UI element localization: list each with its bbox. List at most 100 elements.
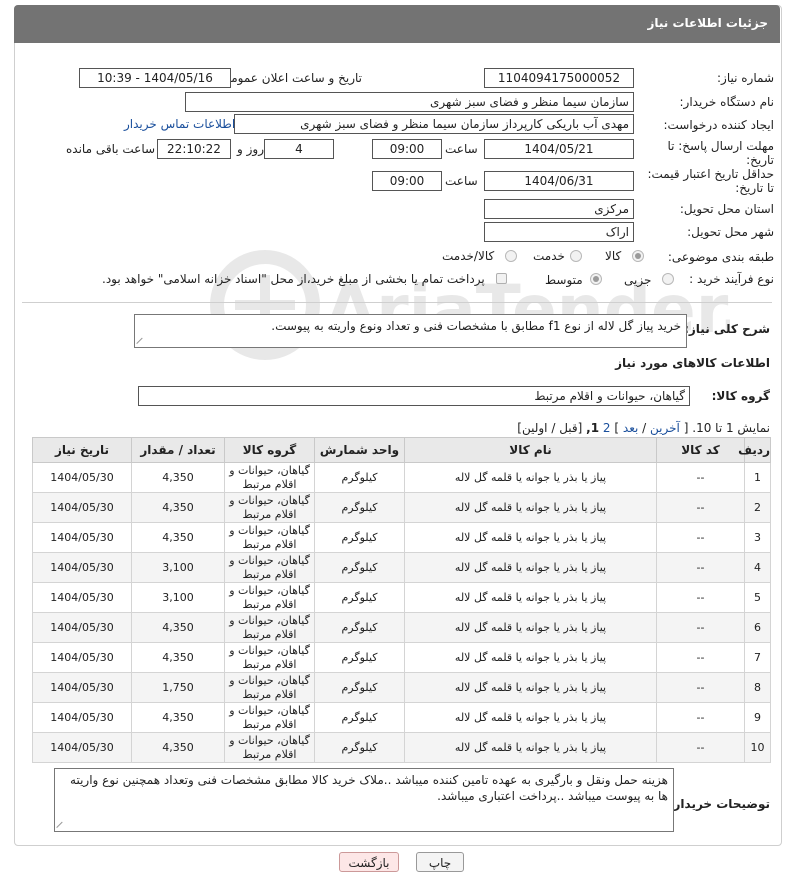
goods-name-cell: پیاز یا بذر یا جوانه یا قلمه گل لاله — [404, 612, 657, 643]
quantity-cell: 4,350 — [131, 642, 225, 673]
need-date-cell: 1404/05/30 — [32, 732, 132, 763]
goods-group-cell: گیاهان، حیوانات و اقلام مرتبط — [224, 702, 315, 733]
paging-current-page: 1, — [586, 421, 600, 435]
need-date-cell: 1404/05/30 — [32, 672, 132, 703]
process-label: نوع فرآیند خرید : — [689, 272, 774, 286]
unit-cell: کیلوگرم — [314, 612, 405, 643]
unit-cell: کیلوگرم — [314, 702, 405, 733]
category-label: طبقه بندی موضوعی: — [667, 250, 774, 264]
col-qty-header: تعداد / مقدار — [131, 437, 225, 463]
row-number-cell: 7 — [744, 642, 771, 673]
resize-grip-icon[interactable] — [137, 336, 145, 344]
deadline-label: مهلت ارسال پاسخ: تا تاریخ: — [667, 139, 774, 167]
buyer-notes-label: توضیحات خریدار: — [668, 797, 770, 811]
need-date-cell: 1404/05/30 — [32, 462, 132, 493]
quantity-cell: 4,350 — [131, 522, 225, 553]
table-row[interactable]: 2 -- پیاز یا بذر یا جوانه یا قلمه گل لاله ک… — [32, 492, 771, 523]
treasury-payment-checkbox[interactable] — [496, 273, 507, 284]
buyer-org-label: نام دستگاه خریدار: — [679, 95, 775, 109]
goods-name-cell: پیاز یا بذر یا جوانه یا قلمه گل لاله — [404, 672, 657, 703]
table-row[interactable]: 8 -- پیاز یا بذر یا جوانه یا قلمه گل لاله ک… — [32, 672, 771, 703]
paging-close-bracket: ] — [614, 421, 620, 435]
unit-cell: کیلوگرم — [314, 642, 405, 673]
need-date-cell: 1404/05/30 — [32, 552, 132, 583]
need-number-label: شماره نیاز: — [717, 71, 774, 85]
items-section-title: اطلاعات کالاهای مورد نیاز — [615, 356, 770, 370]
quantity-cell: 1,750 — [131, 672, 225, 703]
need-date-cell: 1404/05/30 — [32, 642, 132, 673]
table-row[interactable]: 10 -- پیاز یا بذر یا جوانه یا قلمه گل لاله… — [32, 732, 771, 763]
pagination: نمایش 1 تا 10. [ آخرین / بعد ] 2 1, [قبل… — [517, 421, 770, 435]
need-date-cell: 1404/05/30 — [32, 522, 132, 553]
category-radio-service[interactable] — [570, 250, 582, 262]
paging-range: نمایش 1 تا 10. — [692, 421, 770, 435]
row-number-cell: 1 — [744, 462, 771, 493]
goods-name-cell: پیاز یا بذر یا جوانه یا قلمه گل لاله — [404, 462, 657, 493]
quantity-cell: 4,350 — [131, 612, 225, 643]
buyer-notes-text: هزینه حمل ونقل و بارگیری به عهده تامین ک… — [70, 773, 668, 803]
goods-code-cell: -- — [656, 612, 745, 643]
validity-time-field: 09:00 — [372, 171, 442, 191]
province-field: مرکزی — [484, 199, 634, 219]
goods-name-cell: پیاز یا بذر یا جوانه یا قلمه گل لاله — [404, 522, 657, 553]
table-row[interactable]: 3 -- پیاز یا بذر یا جوانه یا قلمه گل لاله ک… — [32, 522, 771, 553]
goods-code-cell: -- — [656, 702, 745, 733]
quantity-cell: 3,100 — [131, 552, 225, 583]
category-radio-goods[interactable] — [632, 250, 644, 262]
print-button[interactable]: چاپ — [416, 852, 464, 872]
unit-cell: کیلوگرم — [314, 522, 405, 553]
table-row[interactable]: 9 -- پیاز یا بذر یا جوانه یا قلمه گل لاله ک… — [32, 702, 771, 733]
paging-page-2-link[interactable]: 2 — [603, 421, 611, 435]
table-row[interactable]: 4 -- پیاز یا بذر یا جوانه یا قلمه گل لاله ک… — [32, 552, 771, 583]
need-date-cell: 1404/05/30 — [32, 492, 132, 523]
back-button[interactable]: بازگشت — [339, 852, 399, 872]
row-number-cell: 3 — [744, 522, 771, 553]
goods-group-cell: گیاهان، حیوانات و اقلام مرتبط — [224, 492, 315, 523]
buyer-org-field: سازمان سیما منظر و فضای سبز شهری — [185, 92, 634, 112]
row-number-cell: 5 — [744, 582, 771, 613]
row-number-cell: 2 — [744, 492, 771, 523]
unit-cell: کیلوگرم — [314, 672, 405, 703]
goods-code-cell: -- — [656, 492, 745, 523]
days-field: 4 — [264, 139, 334, 159]
need-number-field: 1104094175000052 — [484, 68, 634, 88]
category-radio-both[interactable] — [505, 250, 517, 262]
category-option-goods: کالا — [605, 249, 622, 263]
category-option-service: خدمت — [533, 249, 565, 263]
goods-group-cell: گیاهان، حیوانات و اقلام مرتبط — [224, 522, 315, 553]
process-radio-medium[interactable] — [590, 273, 602, 285]
paging-prev-first: [قبل / اولین] — [517, 421, 583, 435]
col-row-header: ردیف — [738, 437, 771, 463]
paging-last-link[interactable]: آخرین — [650, 421, 680, 435]
unit-cell: کیلوگرم — [314, 492, 405, 523]
table-row[interactable]: 5 -- پیاز یا بذر یا جوانه یا قلمه گل لاله ک… — [32, 582, 771, 613]
unit-cell: کیلوگرم — [314, 732, 405, 763]
paging-next-link[interactable]: بعد — [623, 421, 638, 435]
goods-group-cell: گیاهان، حیوانات و اقلام مرتبط — [224, 672, 315, 703]
creator-label: ایجاد کننده درخواست: — [663, 118, 774, 132]
table-row[interactable]: 1 -- پیاز یا بذر یا جوانه یا قلمه گل لاله ک… — [32, 462, 771, 493]
table-header-row: ردیف کد کالا نام کالا واحد شمارش گروه کا… — [32, 437, 771, 463]
days-label: روز و — [237, 142, 264, 156]
goods-code-cell: -- — [656, 672, 745, 703]
contact-info-link[interactable]: اطلاعات تماس خریدار — [124, 117, 235, 131]
quantity-cell: 4,350 — [131, 462, 225, 493]
goods-code-cell: -- — [656, 732, 745, 763]
row-number-cell: 9 — [744, 702, 771, 733]
deadline-date-field: 1404/05/21 — [484, 139, 634, 159]
goods-code-cell: -- — [656, 522, 745, 553]
goods-group-cell: گیاهان، حیوانات و اقلام مرتبط — [224, 552, 315, 583]
col-code-header: کد کالا — [656, 437, 745, 463]
table-row[interactable]: 6 -- پیاز یا بذر یا جوانه یا قلمه گل لاله ک… — [32, 612, 771, 643]
description-label: شرح کلی نیاز: — [684, 322, 770, 336]
col-unit-header: واحد شمارش — [314, 437, 405, 463]
resize-grip-icon[interactable] — [57, 820, 65, 828]
description-textarea: خرید پیاز گل لاله از نوع f1 مطابق با مشخ… — [134, 314, 687, 348]
table-row[interactable]: 7 -- پیاز یا بذر یا جوانه یا قلمه گل لاله ک… — [32, 642, 771, 673]
process-radio-minor[interactable] — [662, 273, 674, 285]
col-name-header: نام کالا — [404, 437, 657, 463]
validity-date-field: 1404/06/31 — [484, 171, 634, 191]
unit-cell: کیلوگرم — [314, 582, 405, 613]
goods-group-cell: گیاهان، حیوانات و اقلام مرتبط — [224, 612, 315, 643]
need-date-cell: 1404/05/30 — [32, 702, 132, 733]
